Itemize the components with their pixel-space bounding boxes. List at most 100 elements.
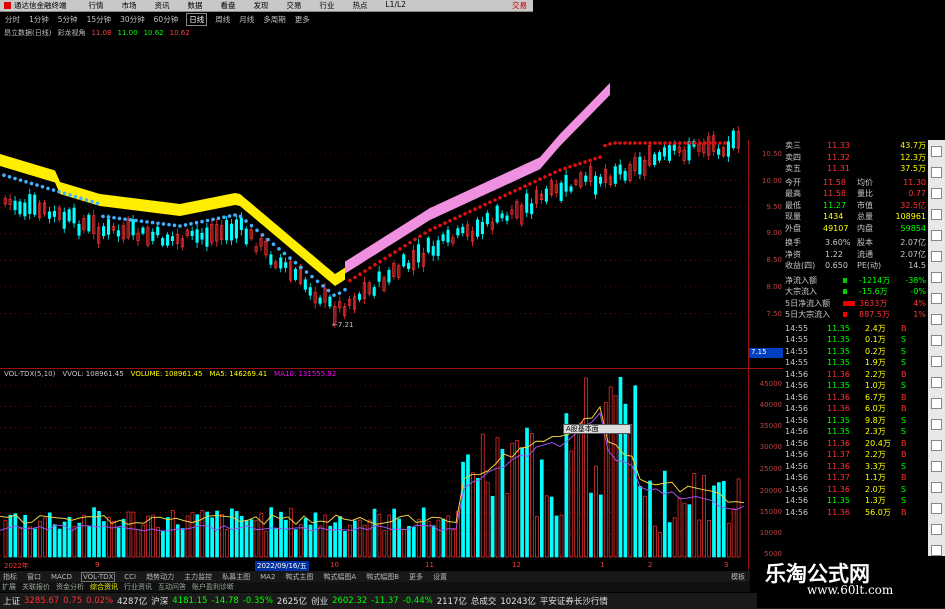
sidebar-tool-icon[interactable] [931,314,942,325]
tab-vol-tdx[interactable]: VOL-TDX [80,571,116,582]
tick-row[interactable]: 14:55 11.35 2.4万 B [783,323,928,335]
flow-row[interactable]: 净流入额 -1214万 -38% [783,275,928,287]
sidebar-tool-icon[interactable] [931,272,942,283]
tab-more[interactable]: 更多 [408,572,424,582]
sidebar-tool-icon[interactable] [931,251,942,262]
sidebar-tool-icon[interactable] [931,377,942,388]
tick-row[interactable]: 14:56 11.36 56.0万 B [783,507,928,519]
tick-row[interactable]: 14:56 11.35 1.3万 S [783,495,928,507]
stat-row[interactable]: 现量 1434 总量 108961 [783,211,928,223]
tick-row[interactable]: 14:56 11.36 20.4万 B [783,438,928,450]
tab-trend[interactable]: 趋势动力 [145,572,175,582]
subtab[interactable]: 扩展 [2,582,16,592]
tab-duck-a[interactable]: 鸭式幅图A [322,572,357,582]
fin-row[interactable]: 换手 3.60% 股本 2.07亿 [783,237,928,249]
subtab[interactable]: 互动问答 [158,582,186,592]
menu-shichang[interactable]: 市场 [122,0,137,11]
tick-row[interactable]: 14:56 11.36 2.0万 S [783,484,928,496]
period-30min[interactable]: 30分钟 [119,14,146,25]
tick-row[interactable]: 14:56 11.36 2.2万 B [783,369,928,381]
fin-row[interactable]: 净资 1.22 流通 2.07亿 [783,249,928,261]
ask-row[interactable]: 卖四 11.32 12.3万 [783,152,928,164]
fin-row[interactable]: 收益(四) 0.650 PE(动) 14.5 [783,260,928,272]
menu-redian[interactable]: 热点 [353,0,368,11]
sidebar-tool-icon[interactable] [931,356,942,367]
period-more[interactable]: 更多 [294,14,311,25]
period-5min[interactable]: 5分钟 [57,14,79,25]
subtab[interactable]: 综合资讯 [90,582,118,592]
sidebar-tool-icon[interactable] [931,503,942,514]
volume-indicator-name[interactable]: VOL-TDX(5,10) [4,370,55,380]
sidebar-tool-icon[interactable] [931,146,942,157]
index-name[interactable]: 沪深 [151,595,168,607]
indicator-label-2[interactable]: 彩龙视角 [57,28,85,38]
tab-zhibiao[interactable]: 指标 [2,572,18,582]
tab-duck-main[interactable]: 鸭式主图 [284,572,314,582]
tick-row[interactable]: 14:55 11.35 1.9万 S [783,357,928,369]
stat-row[interactable]: 最低 11.27 市值 32.5亿 [783,200,928,212]
index-name[interactable]: 创业 [311,595,328,607]
sidebar-tool-icon[interactable] [931,545,942,556]
tab-template[interactable]: 模板 [730,572,746,582]
trade-button[interactable]: 交易 [512,0,527,11]
menu-zixun[interactable]: 资讯 [155,0,170,11]
flow-row[interactable]: 5日大宗流入 887.5万 1% [783,309,928,321]
tab-chuangkou[interactable]: 窗口 [26,572,42,582]
menu-shuju[interactable]: 数据 [188,0,203,11]
tab-settings[interactable]: 设置 [432,572,448,582]
subtab[interactable]: 行业资讯 [124,582,152,592]
sidebar-tool-icon[interactable] [931,230,942,241]
tab-ma2[interactable]: MA2 [259,573,276,581]
tick-row[interactable]: 14:56 11.35 1.0万 S [783,380,928,392]
sidebar-tool-icon[interactable] [931,482,942,493]
period-60min[interactable]: 60分钟 [153,14,180,25]
sidebar-tool-icon[interactable] [931,293,942,304]
stat-row[interactable]: 外盘 49107 内盘 59854 [783,223,928,235]
kline-chart[interactable] [0,40,750,570]
tab-monitor[interactable]: 主力监控 [183,572,213,582]
menu-hangye[interactable]: 行业 [320,0,335,11]
period-fenshi[interactable]: 分时 [4,14,21,25]
sidebar-tool-icon[interactable] [931,440,942,451]
tick-row[interactable]: 14:56 11.36 6.7万 B [783,392,928,404]
index-name[interactable]: 上证 [3,595,20,607]
tick-row[interactable]: 14:56 11.36 3.3万 S [783,461,928,473]
sidebar-tool-icon[interactable] [931,167,942,178]
tab-macd[interactable]: MACD [50,573,73,581]
sidebar-tool-icon[interactable] [931,398,942,409]
sidebar-tool-icon[interactable] [931,461,942,472]
stat-row[interactable]: 今开 11.58 均价 11.30 [783,177,928,189]
sidebar-tool-icon[interactable] [931,524,942,535]
tab-duck-b[interactable]: 鸭式幅图B [365,572,400,582]
ask-row[interactable]: 卖三 11.33 43.7万 [783,140,928,152]
period-multi[interactable]: 多周期 [262,14,287,25]
period-daily[interactable]: 日线 [186,13,208,26]
sidebar-tool-icon[interactable] [931,188,942,199]
tab-cci[interactable]: CCI [123,573,137,581]
sidebar-tool-icon[interactable] [931,209,942,220]
tab-private[interactable]: 私募主图 [221,572,251,582]
menu-kanpan[interactable]: 看盘 [221,0,236,11]
tick-row[interactable]: 14:56 11.37 1.1万 B [783,472,928,484]
period-1min[interactable]: 1分钟 [28,14,50,25]
subtab[interactable]: 关联报价 [22,582,50,592]
subtab[interactable]: 账户盈利诊断 [192,582,234,592]
tick-row[interactable]: 14:56 11.36 6.0万 B [783,403,928,415]
tick-row[interactable]: 14:56 11.37 2.2万 B [783,449,928,461]
menu-faxian[interactable]: 发现 [254,0,269,11]
period-15min[interactable]: 15分钟 [86,14,113,25]
tick-row[interactable]: 14:55 11.35 0.1万 S [783,334,928,346]
stat-row[interactable]: 最高 11.58 量比 0.77 [783,188,928,200]
ask-row[interactable]: 卖五 11.31 37.5万 [783,163,928,175]
subtab[interactable]: 资金分析 [56,582,84,592]
period-monthly[interactable]: 月线 [238,14,255,25]
tick-row[interactable]: 14:56 11.35 9.8万 S [783,415,928,427]
tick-row[interactable]: 14:55 11.35 0.2万 S [783,346,928,358]
menu-jiaoyi[interactable]: 交易 [287,0,302,11]
flow-row[interactable]: 大宗流入 -15.6万 -0% [783,286,928,298]
menu-hangqing[interactable]: 行情 [89,0,104,11]
flow-row[interactable]: 5日净流入额 3633万 4% [783,298,928,310]
sidebar-tool-icon[interactable] [931,335,942,346]
menu-level[interactable]: L1/L2 [386,0,406,11]
sidebar-tool-icon[interactable] [931,419,942,430]
